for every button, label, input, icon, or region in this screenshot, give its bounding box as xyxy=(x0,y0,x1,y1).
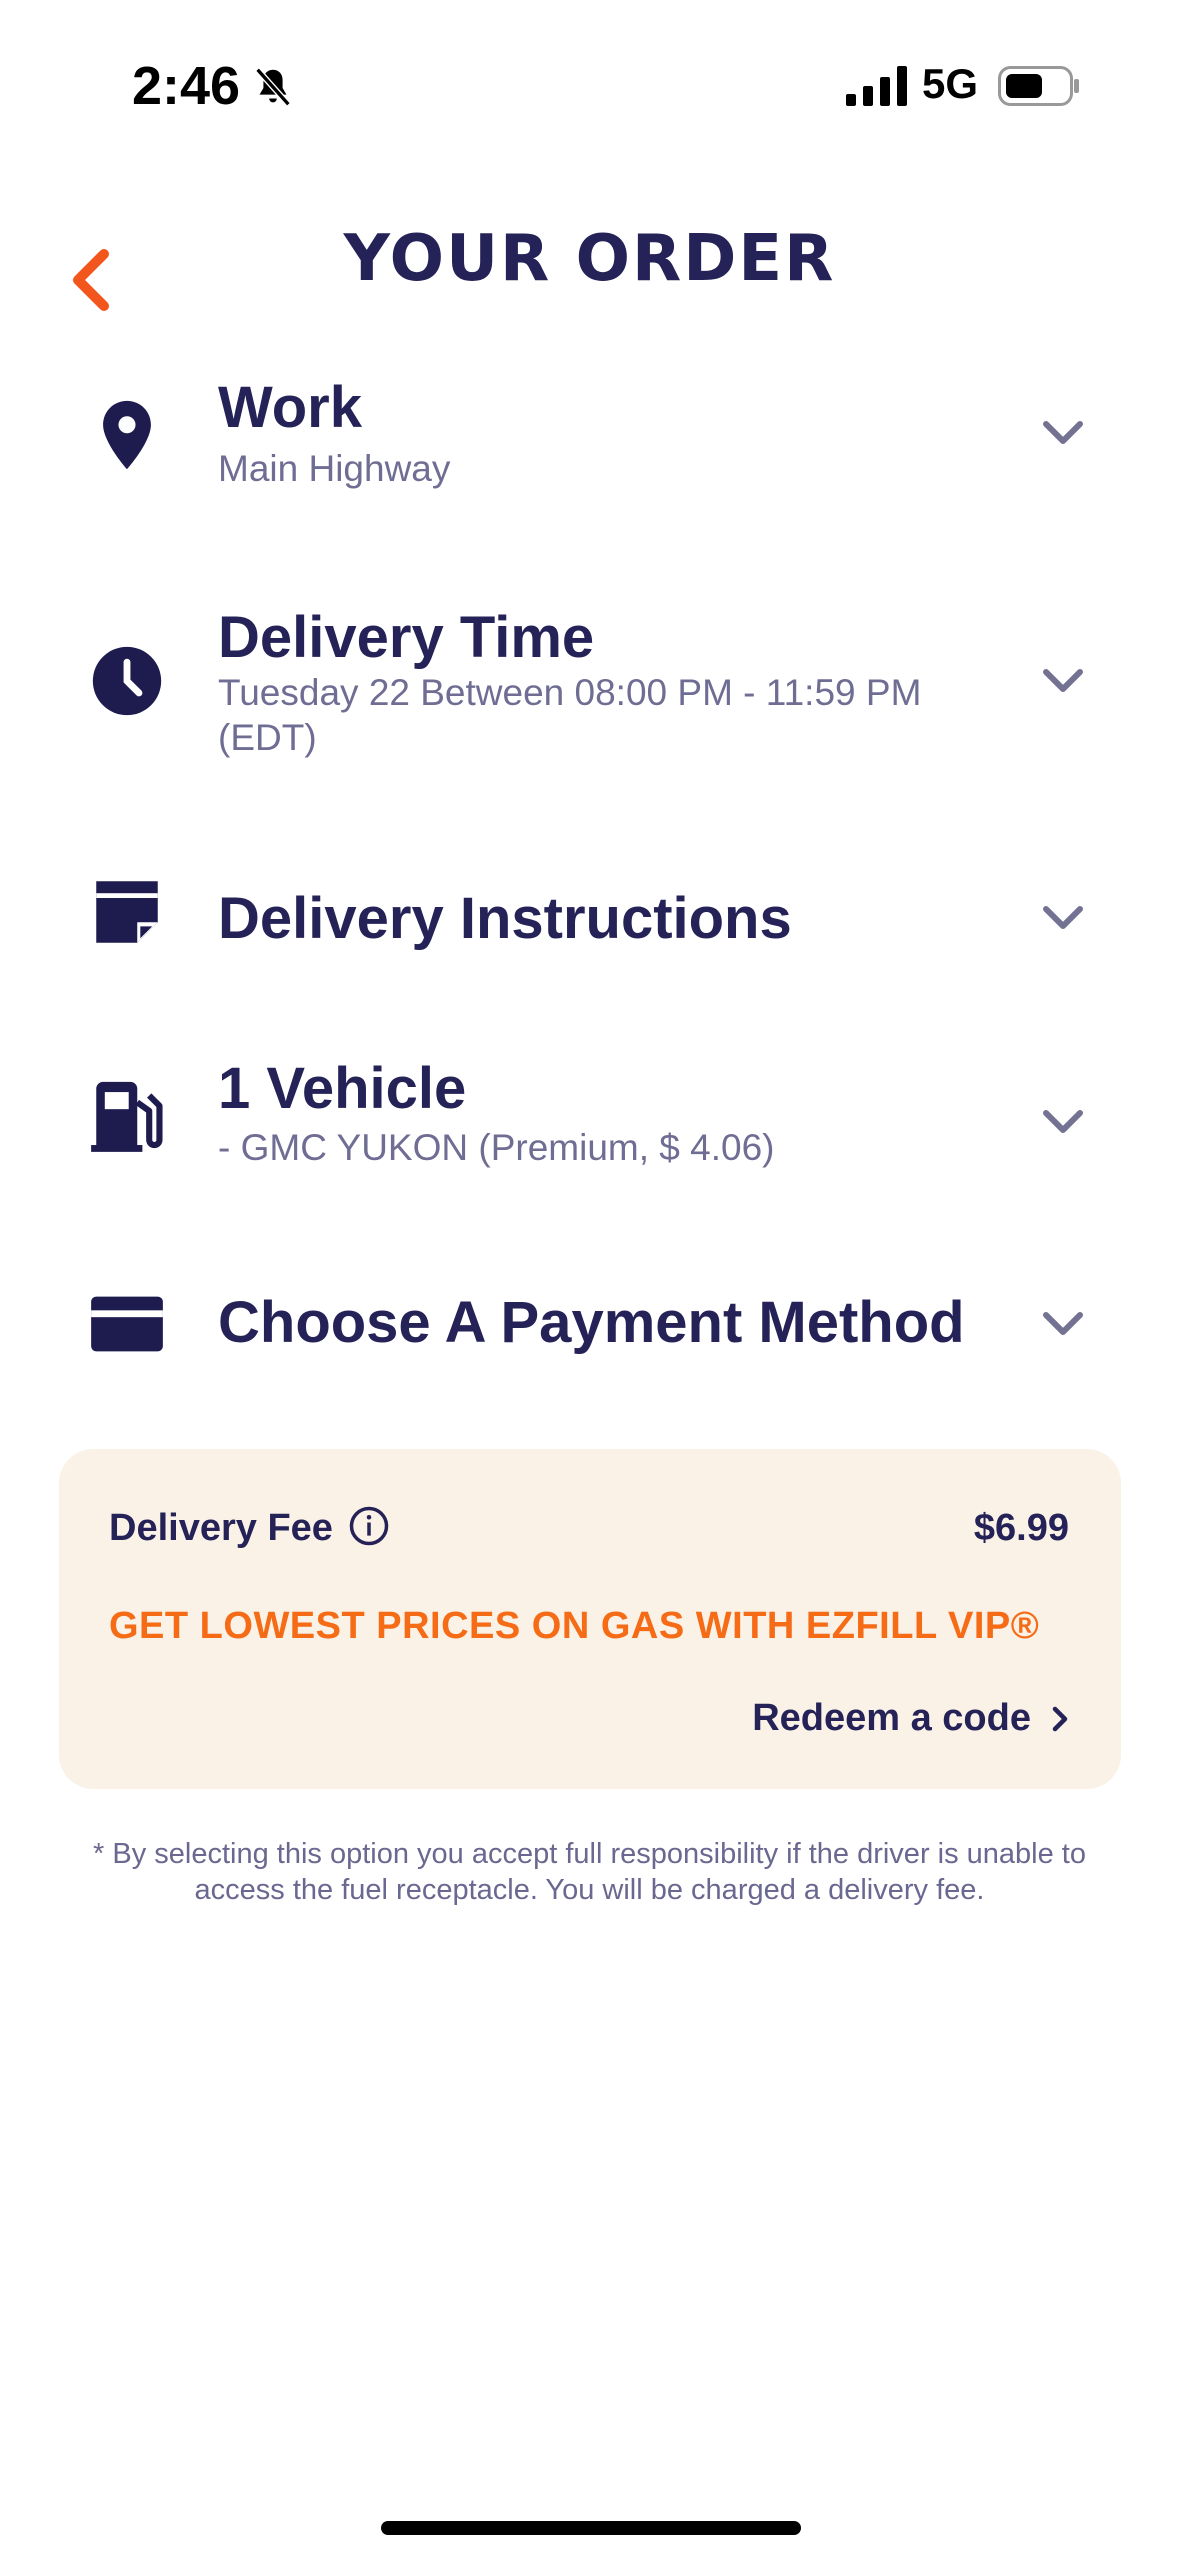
fuel-pump-icon xyxy=(91,1081,163,1152)
delivery-fee-card: Delivery Fee $6.99 GET LOWEST PRICES ON … xyxy=(59,1449,1121,1789)
delivery-instructions-title: Delivery Instructions xyxy=(218,886,792,951)
vehicle-title: 1 Vehicle xyxy=(218,1056,467,1121)
status-time: 2:46 xyxy=(132,56,241,116)
payment-method-title: Choose A Payment Method xyxy=(218,1290,965,1355)
delivery-instructions-row[interactable]: Delivery Instructions xyxy=(0,855,1179,985)
chevron-down-icon xyxy=(1043,906,1083,929)
redeem-code-label: Redeem a code xyxy=(752,1697,1031,1739)
vip-promo-link[interactable]: GET LOWEST PRICES ON GAS WITH EZFILL VIP… xyxy=(109,1605,1039,1648)
bell-slash-icon xyxy=(255,67,291,107)
note-icon xyxy=(96,881,158,943)
chevron-down-icon xyxy=(1043,669,1083,692)
chevron-down-icon xyxy=(1043,421,1083,444)
battery-icon xyxy=(998,66,1079,106)
signal-icon xyxy=(846,66,907,106)
delivery-time-title: Delivery Time xyxy=(218,605,595,670)
redeem-code-link[interactable]: Redeem a code xyxy=(752,1697,1069,1740)
chevron-right-icon xyxy=(1052,1706,1068,1731)
delivery-fee-value: $6.99 xyxy=(973,1507,1069,1549)
credit-card-icon xyxy=(91,1296,163,1352)
chevron-down-icon xyxy=(1043,1312,1083,1335)
vehicle-row[interactable]: 1 Vehicle - GMC YUKON (Premium, $ 4.06) xyxy=(0,1045,1179,1205)
location-subtitle: Main Highway xyxy=(218,448,451,489)
payment-method-row[interactable]: Choose A Payment Method xyxy=(0,1265,1179,1385)
network-type: 5G xyxy=(922,60,979,107)
disclaimer-text: * By selecting this option you accept fu… xyxy=(93,1838,1086,1906)
location-row[interactable]: Work Main Highway xyxy=(0,360,1179,510)
vehicle-subtitle: - GMC YUKON (Premium, $ 4.06) xyxy=(218,1127,775,1168)
clock-icon xyxy=(92,646,162,716)
delivery-time-row[interactable]: Delivery Time Tuesday 22 Between 08:00 P… xyxy=(0,590,1179,770)
location-title: Work xyxy=(218,375,362,440)
location-pin-icon xyxy=(103,400,151,470)
home-indicator xyxy=(381,2521,801,2535)
status-bar: 2:46 5G xyxy=(0,0,1179,170)
delivery-time-subtitle: Tuesday 22 Between 08:00 PM - 11:59 PM (… xyxy=(218,672,922,758)
page-title: YOUR ORDER xyxy=(343,222,836,296)
info-icon[interactable] xyxy=(348,1505,390,1547)
chevron-down-icon xyxy=(1043,1110,1083,1133)
delivery-fee-label: Delivery Fee xyxy=(109,1507,333,1549)
